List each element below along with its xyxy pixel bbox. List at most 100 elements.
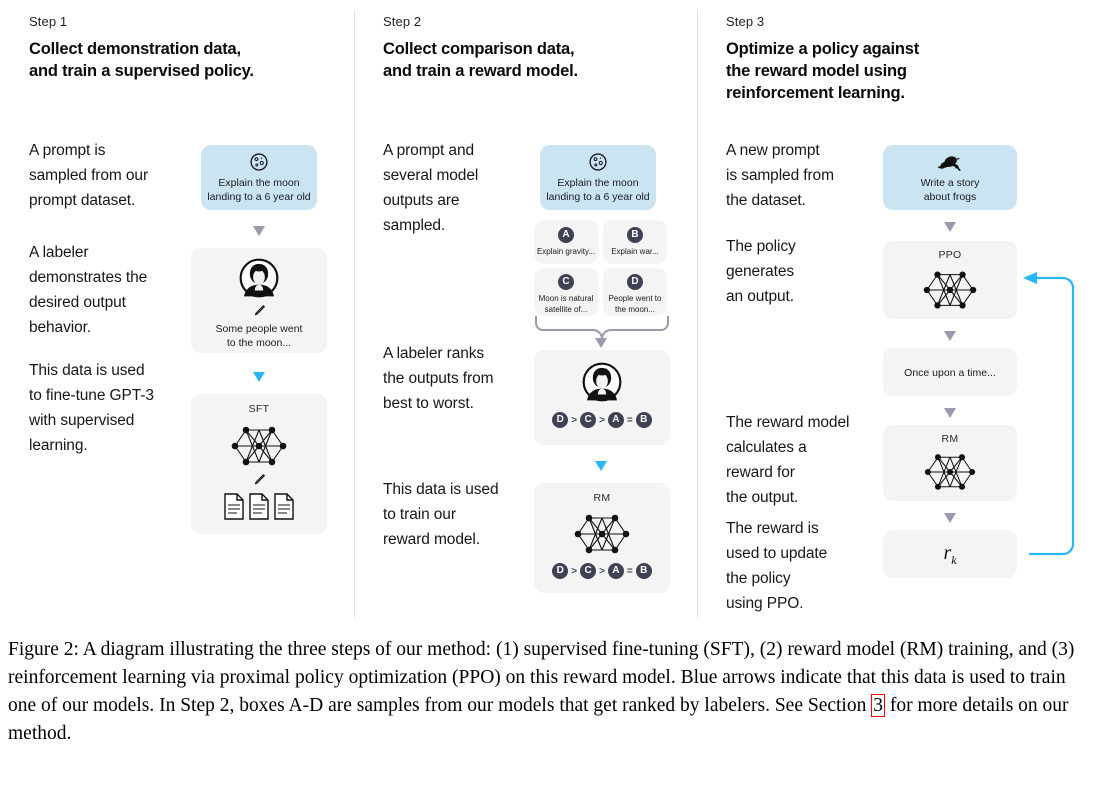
step-2-title-line2: and train a reward model. xyxy=(383,62,578,80)
arrow-samples-to-ranking xyxy=(595,338,607,348)
step-3-text-2: The policy generates an output. xyxy=(726,238,796,305)
rank-badge-1: D xyxy=(552,412,569,428)
rank-op-3: = xyxy=(626,414,633,426)
step-2-sample-card-c[interactable]: C Moon is natural satellite of... xyxy=(534,268,598,316)
step-3-rm-title: RM xyxy=(941,433,959,445)
step-3-output-caption: Once upon a time... xyxy=(904,367,996,379)
step-2-ranking-order: D > C > A = B xyxy=(534,412,670,428)
pencil-icon xyxy=(191,472,327,488)
rank-badge-3: A xyxy=(607,412,624,428)
rank-badge-2: C xyxy=(580,412,597,428)
step-1-title-line2: and train a supervised policy. xyxy=(29,62,254,80)
step-3-reward-value: rk xyxy=(883,542,1017,568)
step-2-prompt-card[interactable]: Explain the moon landing to a 6 year old xyxy=(540,145,656,210)
step-2-column: Step 2 Collect comparison data, and trai… xyxy=(354,0,697,628)
rank-badge-4: B xyxy=(635,412,652,428)
step-2-sample-caption-b: Explain war... xyxy=(611,247,659,256)
step-1-demo-card[interactable]: Some people went to the moon... xyxy=(191,248,327,353)
step-3-title: Optimize a policy against the reward mod… xyxy=(726,38,1026,104)
step-3-text-4: The reward is used to update the policy … xyxy=(726,520,828,612)
step-1-title-line1: Collect demonstration data, xyxy=(29,40,241,58)
step-2-sample-card-b[interactable]: B Explain war... xyxy=(603,220,667,264)
step-3-title-line3: reinforcement learning. xyxy=(726,84,905,102)
labeler-icon xyxy=(191,258,327,298)
figure-diagram: Step 1 Collect demonstration data, and t… xyxy=(0,0,1093,628)
step-1-text-3: This data is used to fine-tune GPT-3 wit… xyxy=(29,362,154,454)
rm-rank-op-1: > xyxy=(571,565,578,577)
step-3-ppo-title: PPO xyxy=(938,249,962,261)
step-3-title-line2: the reward model using xyxy=(726,62,907,80)
step-2-rm-title: RM xyxy=(593,492,611,504)
step-1-sft-title: SFT xyxy=(248,403,270,415)
step-1-text-2: A labeler demonstrates the desired outpu… xyxy=(29,244,148,336)
labeler-icon xyxy=(534,362,670,402)
arrow-prompt-to-ppo xyxy=(944,222,956,232)
step-3-text-1: A new prompt is sampled from the dataset… xyxy=(726,142,834,209)
sample-badge-b: B xyxy=(627,226,643,243)
step-2-title-line1: Collect comparison data, xyxy=(383,40,575,58)
rm-rank-op-3: = xyxy=(626,565,633,577)
step-3-column: Step 3 Optimize a policy against the rew… xyxy=(697,0,1093,628)
step-1-sft-card[interactable]: SFT xyxy=(191,394,327,534)
neural-net-icon xyxy=(883,265,1017,315)
step-3-prompt-card[interactable]: Write a story about frogs xyxy=(883,145,1017,210)
step-3-output-card[interactable]: Once upon a time... xyxy=(883,348,1017,396)
rm-rank-badge-4: B xyxy=(635,563,652,579)
step-1-prompt-card[interactable]: Explain the moon landing to a 6 year old xyxy=(201,145,317,210)
arrow-output-to-rm xyxy=(944,408,956,418)
neural-net-icon xyxy=(191,420,327,472)
moon-icon xyxy=(201,152,317,172)
step-2-sample-card-a[interactable]: A Explain gravity... xyxy=(534,220,598,264)
arrow-rm-to-reward xyxy=(944,513,956,523)
figure-caption: Figure 2: A diagram illustrating the thr… xyxy=(8,636,1086,748)
arrow-ppo-to-output xyxy=(944,331,956,341)
pencil-icon xyxy=(191,303,327,319)
step-2-prompt-caption: Explain the moon landing to a 6 year old xyxy=(546,177,650,203)
step-2-label: Step 2 xyxy=(383,14,422,29)
step-3-ppo-card[interactable]: PPO xyxy=(883,241,1017,319)
step-3-title-line1: Optimize a policy against xyxy=(726,40,920,58)
step-2-sample-card-d[interactable]: D People went to the moon... xyxy=(603,268,667,316)
step-1-prompt-caption: Explain the moon landing to a 6 year old xyxy=(207,177,311,203)
step-2-rm-card[interactable]: RM D > C > A = B xyxy=(534,483,670,593)
step-3-label: Step 3 xyxy=(726,14,765,29)
step-2-ranking-card[interactable]: D > C > A = B xyxy=(534,350,670,445)
step-1-column: Step 1 Collect demonstration data, and t… xyxy=(0,0,354,628)
step-2-text-3: This data is used to train our reward mo… xyxy=(383,481,499,548)
rm-rank-op-2: > xyxy=(599,565,605,577)
step-1-title: Collect demonstration data, and train a … xyxy=(29,38,339,82)
step-1-text-1: A prompt is sampled from our prompt data… xyxy=(29,142,149,209)
arrow-prompt-to-demo xyxy=(253,226,265,236)
step-1-demo-caption: Some people went to the moon... xyxy=(215,323,303,349)
step-2-text-1: A prompt and several model outputs are s… xyxy=(383,142,479,234)
feedback-loop-arrow xyxy=(1015,270,1093,560)
frog-icon xyxy=(883,153,1017,171)
arrow-ranking-to-rm-blue xyxy=(595,461,607,471)
step-2-rm-order: D > C > A = B xyxy=(534,563,670,579)
step-2-text-2: A labeler ranks the outputs from best to… xyxy=(383,345,494,412)
moon-icon xyxy=(540,152,656,172)
sample-badge-c: C xyxy=(558,273,574,290)
step-2-sample-caption-a: Explain gravity... xyxy=(536,247,596,256)
neural-net-icon xyxy=(534,508,670,560)
arrow-demo-to-sft-blue xyxy=(253,372,265,382)
rm-rank-badge-1: D xyxy=(552,563,569,579)
step-3-prompt-caption: Write a story about frogs xyxy=(920,177,980,203)
step-2-title: Collect comparison data, and train a rew… xyxy=(383,38,683,82)
section-link[interactable]: 3 xyxy=(871,694,885,717)
step-3-rm-card[interactable]: RM xyxy=(883,425,1017,501)
step-1-label: Step 1 xyxy=(29,14,68,29)
rank-op-2: > xyxy=(599,414,605,426)
documents-icon xyxy=(191,493,327,520)
step-2-sample-caption-d: People went to the moon... xyxy=(608,294,662,314)
rm-rank-badge-3: A xyxy=(607,563,624,579)
rank-op-1: > xyxy=(571,414,578,426)
step-3-reward-card[interactable]: rk xyxy=(883,530,1017,578)
rm-rank-badge-2: C xyxy=(580,563,597,579)
neural-net-icon xyxy=(883,448,1017,496)
reward-subscript: k xyxy=(951,553,957,567)
sample-badge-d: D xyxy=(627,273,643,290)
step-3-text-3: The reward model calculates a reward for… xyxy=(726,414,850,506)
step-2-sample-caption-c: Moon is natural satellite of... xyxy=(538,294,594,314)
sample-badge-a: A xyxy=(558,226,574,243)
